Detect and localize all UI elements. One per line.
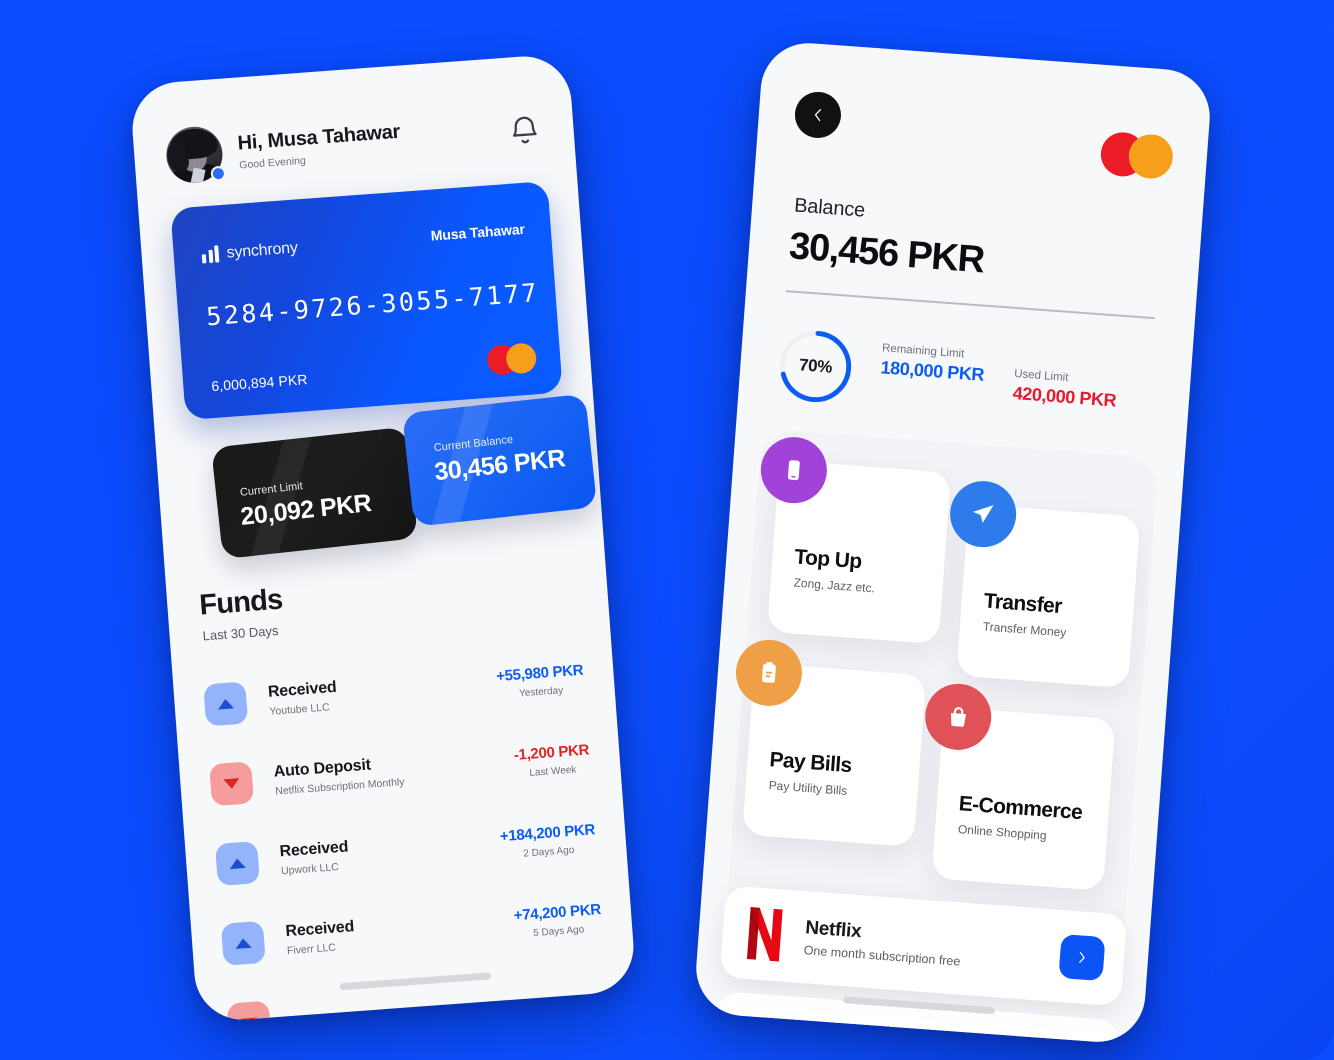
action-card-ecommerce[interactable]: E-Commerce Online Shopping: [922, 681, 1116, 891]
promo-go-button[interactable]: [1058, 934, 1106, 982]
transaction-time: Yesterday: [518, 684, 564, 699]
card-number: 5284-9726-3055-7177: [205, 277, 540, 332]
usage-ring: 70%: [774, 325, 858, 409]
transaction-time: 5 Days Ago: [532, 923, 585, 939]
transaction-amount: +55,980 PKR: [495, 661, 584, 685]
action-title: Transfer: [982, 589, 1063, 619]
usage-percent-label: 70%: [798, 355, 833, 377]
arrow-up-icon: [203, 681, 249, 727]
transaction-amount: -1,200 PKR: [513, 741, 590, 764]
credit-card[interactable]: synchrony Musa Tahawar 5284-9726-3055-71…: [170, 181, 563, 421]
back-button[interactable]: [793, 90, 843, 140]
card-brand: synchrony: [201, 239, 298, 264]
current-balance-card[interactable]: Current Balance 30,456 PKR: [402, 393, 598, 527]
remaining-limit-block: Remaining Limit 180,000 PKR: [880, 332, 987, 385]
action-subtitle: Transfer Money: [982, 619, 1067, 640]
dashboard-screen: Hi, Musa Tahawar Good Evening synchrony …: [129, 53, 637, 1023]
chevron-left-icon: [814, 109, 822, 122]
synchrony-bars-icon: [201, 245, 220, 264]
transaction-time: Last Week: [528, 763, 577, 779]
phone-dashboard: Hi, Musa Tahawar Good Evening synchrony …: [129, 53, 637, 1023]
transaction-title: Received: [284, 918, 355, 941]
action-subtitle: Pay Utility Bills: [768, 778, 848, 798]
action-subtitle: Zong, Jazz etc.: [793, 575, 876, 596]
action-subtitle: Online Shopping: [957, 822, 1048, 843]
transaction-title: Received: [267, 678, 338, 701]
action-title: E-Commerce: [958, 792, 1083, 825]
transaction-amount: +74,200 PKR: [513, 900, 602, 924]
balance-value: 30,456 PKR: [787, 225, 986, 282]
mastercard-logo: [486, 342, 538, 376]
greeting-block: Hi, Musa Tahawar Good Evening: [237, 120, 402, 171]
funds-subtitle: Last 30 Days: [202, 622, 279, 644]
transaction-time: 2 Days Ago: [522, 844, 575, 860]
arrow-up-icon: [220, 920, 266, 966]
netflix-logo: [741, 905, 789, 964]
funds-heading: Funds: [198, 583, 284, 622]
arrow-down-icon: [209, 761, 255, 807]
online-status-dot: [210, 165, 227, 182]
divider: [785, 290, 1156, 319]
transaction-source: Fiverr LLC: [286, 941, 337, 958]
transaction-list: Received Youtube LLC +55,980 PKR Yesterd…: [202, 638, 610, 1023]
chevron-right-icon: [1079, 951, 1085, 963]
transaction-amount: +184,200 PKR: [499, 820, 596, 845]
action-title: Pay Bills: [768, 748, 853, 778]
balance-label: Balance: [793, 194, 866, 222]
transaction-title: Received: [279, 838, 349, 861]
card-amount: 6,000,894 PKR: [210, 371, 309, 395]
phone-card-detail: Balance 30,456 PKR 70% Remaining Limit 1…: [692, 39, 1214, 1046]
used-limit-block: Used Limit 420,000 PKR: [1012, 342, 1120, 411]
transaction-source: Youtube LLC: [268, 701, 331, 718]
action-card-top-up[interactable]: Top Up Zong, Jazz etc.: [758, 434, 952, 645]
card-brand-label: synchrony: [226, 239, 299, 262]
action-title: Top Up: [793, 545, 863, 574]
remaining-limit-value: 180,000 PKR: [879, 357, 985, 385]
bell-icon[interactable]: [506, 112, 542, 148]
limit-gauge-row: 70% Remaining Limit 180,000 PKR Used Lim…: [774, 325, 1157, 430]
card-detail-screen: Balance 30,456 PKR 70% Remaining Limit 1…: [693, 40, 1213, 1046]
mastercard-logo: [1099, 130, 1175, 181]
action-card-pay-bills[interactable]: Pay Bills Pay Utility Bills: [733, 637, 927, 847]
arrow-up-icon: [214, 841, 260, 887]
dashboard-header: Hi, Musa Tahawar Good Evening: [164, 101, 543, 185]
avatar[interactable]: [164, 124, 227, 185]
transaction-source: Upwork LLC: [280, 861, 340, 878]
action-card-transfer[interactable]: Transfer Transfer Money: [947, 478, 1141, 689]
current-limit-card[interactable]: Current Limit 20,092 PKR: [211, 426, 418, 560]
card-holder-name: Musa Tahawar: [430, 220, 526, 244]
used-limit-value: 420,000 PKR: [1012, 383, 1117, 411]
